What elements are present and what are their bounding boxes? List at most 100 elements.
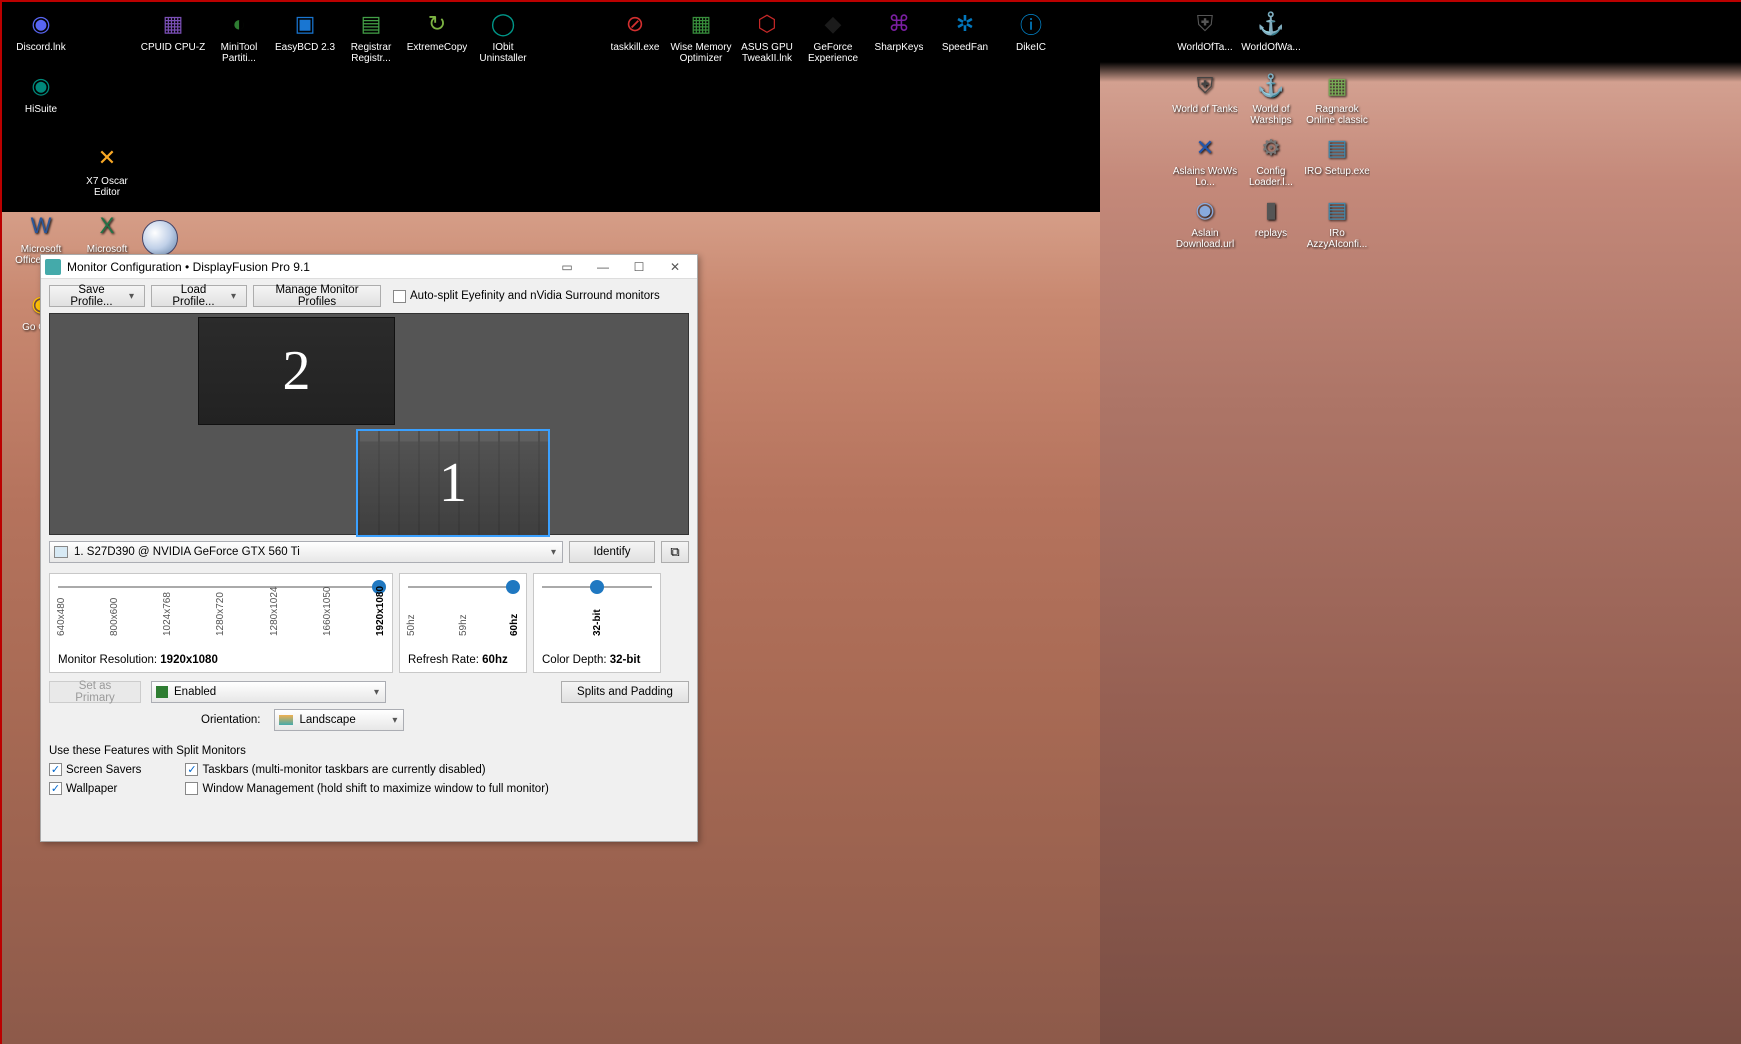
desktop-icon[interactable]: ◐MiniTool Partiti... bbox=[206, 6, 272, 68]
titlebar-extra-button[interactable]: ▭ bbox=[549, 256, 585, 278]
monitor-select-combo[interactable]: 1. S27D390 @ NVIDIA GeForce GTX 560 Ti bbox=[49, 541, 563, 563]
tick-label: 1280x1024 bbox=[269, 594, 280, 636]
app-icon: ✲ bbox=[949, 8, 981, 40]
splits-button[interactable]: Splits and Padding bbox=[561, 681, 689, 703]
load-profile-button[interactable]: Load Profile... bbox=[151, 285, 247, 307]
desktop-icon[interactable]: ⛨WorldOfTa... bbox=[1172, 6, 1238, 68]
tick-label: 1920x1080 bbox=[375, 594, 386, 636]
features-caption: Use these Features with Split Monitors bbox=[49, 745, 689, 757]
icon-label: DikeIC bbox=[1016, 42, 1046, 53]
desktop-icon[interactable]: ▦CPUID CPU-Z bbox=[140, 6, 206, 68]
icon-label: MiniTool Partiti... bbox=[206, 42, 272, 64]
palemoon-icon[interactable] bbox=[142, 220, 178, 256]
save-profile-button[interactable]: Save Profile... bbox=[49, 285, 145, 307]
app-icon: ⛨ bbox=[1189, 8, 1221, 40]
desktop-icon[interactable]: ⌘SharpKeys bbox=[866, 6, 932, 68]
close-button[interactable]: ✕ bbox=[657, 256, 693, 278]
rr-caption-val: 60hz bbox=[482, 654, 508, 666]
enabled-icon bbox=[156, 686, 168, 698]
tick-label: 800x600 bbox=[109, 594, 120, 636]
orientation-value: Landscape bbox=[299, 714, 355, 726]
icon-label: Config Loader.l... bbox=[1238, 166, 1304, 188]
desktop-icon[interactable]: ◯IObit Uninstaller bbox=[470, 6, 536, 68]
app-icon: ▮ bbox=[1255, 194, 1287, 226]
app-icon: X bbox=[91, 210, 123, 242]
maximize-button[interactable]: ☐ bbox=[621, 256, 657, 278]
tick-label: 1024x768 bbox=[162, 594, 173, 636]
rr-caption-lbl: Refresh Rate: bbox=[408, 654, 482, 666]
tick-label: 60hz bbox=[509, 594, 520, 636]
desktop-icon[interactable]: ◉Aslain Download.url bbox=[1172, 192, 1238, 254]
icon-label: Aslain Download.url bbox=[1172, 228, 1238, 250]
desktop-icon[interactable]: ✲ SpeedFan bbox=[932, 6, 998, 68]
desktop-icon[interactable]: ▣EasyBCD 2.3 bbox=[272, 6, 338, 68]
enabled-value: Enabled bbox=[174, 686, 216, 698]
icon-label: replays bbox=[1255, 228, 1287, 239]
preview-monitor-1[interactable]: 1 bbox=[356, 429, 550, 537]
monitor-select-row: 1. S27D390 @ NVIDIA GeForce GTX 560 Ti I… bbox=[41, 535, 697, 569]
desktop-icon[interactable]: ▦Wise Memory Optimizer bbox=[668, 6, 734, 68]
app-icon: ◉ bbox=[25, 70, 57, 102]
displayfusion-window: Monitor Configuration • DisplayFusion Pr… bbox=[40, 254, 698, 842]
desktop-icon[interactable]: ▤IRO Setup.exe bbox=[1304, 130, 1370, 192]
icon-label: X7 Oscar Editor bbox=[74, 176, 140, 198]
app-icon: ▤ bbox=[1321, 194, 1353, 226]
desktop-icon[interactable]: ⚓World of Warships bbox=[1238, 68, 1304, 130]
checkbox-icon bbox=[393, 290, 406, 303]
icon-label: IRo AzzyAIconfi... bbox=[1304, 228, 1370, 250]
link-button[interactable]: ⧉ bbox=[661, 541, 689, 563]
titlebar[interactable]: Monitor Configuration • DisplayFusion Pr… bbox=[41, 255, 697, 279]
icon-label: Aslains WoWs Lo... bbox=[1172, 166, 1238, 188]
desktop-icon[interactable]: ◆GeForce Experience bbox=[800, 6, 866, 68]
app-icon: ✕ bbox=[1189, 132, 1221, 164]
desktop-icon[interactable]: ◉HiSuite bbox=[8, 68, 74, 130]
resolution-slider[interactable]: 640x480800x6001024x7681280x7201280x10241… bbox=[49, 573, 393, 673]
desktop-icon[interactable]: ✕Aslains WoWs Lo... bbox=[1172, 130, 1238, 192]
icon-label: Registrar Registr... bbox=[338, 42, 404, 64]
desktop-icon[interactable]: ↻ ExtremeCopy bbox=[404, 6, 470, 68]
desktop-icon[interactable]: ⛨World of Tanks bbox=[1172, 68, 1238, 130]
desktop-icon[interactable]: ✕X7 Oscar Editor bbox=[74, 140, 140, 202]
desktop-icon[interactable]: ▤Registrar Registr... bbox=[338, 6, 404, 68]
desktop-icon[interactable]: ▮ replays bbox=[1238, 192, 1304, 254]
icon-label: SpeedFan bbox=[942, 42, 988, 53]
icon-label: ExtremeCopy bbox=[407, 42, 468, 53]
manage-profiles-button[interactable]: Manage Monitor Profiles bbox=[253, 285, 381, 307]
app-icon: ⓘ bbox=[1015, 8, 1047, 40]
autosplit-label: Auto-split Eyefinity and nVidia Surround… bbox=[410, 290, 660, 302]
orientation-combo[interactable]: Landscape bbox=[274, 709, 404, 731]
feat-taskbars[interactable]: ✓Taskbars (multi-monitor taskbars are cu… bbox=[185, 763, 548, 776]
app-icon: ⚙ bbox=[1255, 132, 1287, 164]
icon-label: IObit Uninstaller bbox=[470, 42, 536, 64]
app-icon: ↻ bbox=[421, 8, 453, 40]
feat-screensavers[interactable]: ✓Screen Savers bbox=[49, 763, 141, 776]
desktop-icon[interactable]: ◉Discord.lnk bbox=[8, 6, 74, 68]
app-icon: ▤ bbox=[355, 8, 387, 40]
monitor-preview[interactable]: 2 1 bbox=[49, 313, 689, 535]
desktop-icon[interactable]: ⚓ WorldOfWa... bbox=[1238, 6, 1304, 68]
icon-label: Discord.lnk bbox=[16, 42, 65, 53]
autosplit-checkbox[interactable]: Auto-split Eyefinity and nVidia Surround… bbox=[393, 290, 660, 303]
feat-window-mgmt[interactable]: Window Management (hold shift to maximiz… bbox=[185, 782, 548, 795]
minimize-button[interactable]: — bbox=[585, 256, 621, 278]
feat-wallpaper[interactable]: ✓Wallpaper bbox=[49, 782, 141, 795]
landscape-icon bbox=[279, 715, 293, 725]
icon-label: WorldOfWa... bbox=[1241, 42, 1300, 53]
enabled-combo[interactable]: Enabled bbox=[151, 681, 386, 703]
desktop-icon[interactable]: ⚙Config Loader.l... bbox=[1238, 130, 1304, 192]
refresh-slider[interactable]: 50hz59hz60hz Refresh Rate: 60hz bbox=[399, 573, 527, 673]
desktop-icon[interactable]: ▦Ragnarok Online classic bbox=[1304, 68, 1370, 130]
preview-monitor-2[interactable]: 2 bbox=[198, 317, 395, 425]
app-icon: ◐ bbox=[223, 8, 255, 40]
desktop-icon[interactable]: ⊘taskkill.exe bbox=[602, 6, 668, 68]
icon-label: SharpKeys bbox=[875, 42, 924, 53]
desktop-icon[interactable]: ⓘ DikeIC bbox=[998, 6, 1064, 68]
identify-button[interactable]: Identify bbox=[569, 541, 655, 563]
tick-label: 50hz bbox=[406, 594, 417, 636]
desktop-icon[interactable]: ⬡ASUS GPU TweakII.lnk bbox=[734, 6, 800, 68]
app-icon: ⚓ bbox=[1255, 8, 1287, 40]
icon-label: World of Tanks bbox=[1172, 104, 1238, 115]
colordepth-slider[interactable]: 32-bit Color Depth: 32-bit bbox=[533, 573, 661, 673]
app-icon: ▦ bbox=[685, 8, 717, 40]
desktop-icon[interactable]: ▤IRo AzzyAIconfi... bbox=[1304, 192, 1370, 254]
